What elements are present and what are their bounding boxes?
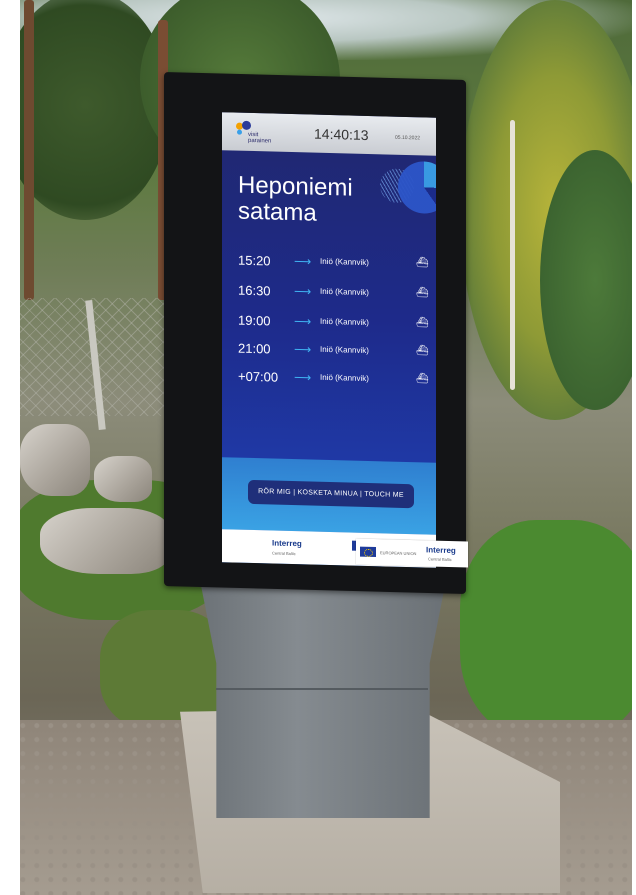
touch-me-button[interactable]: RÖR MIG | KOSKETA MINUA | TOUCH ME bbox=[248, 479, 414, 509]
arrow-right-icon: ⟶ bbox=[294, 254, 312, 269]
destination: Iniö (Kannvik) bbox=[320, 372, 369, 384]
logo-dot bbox=[237, 129, 242, 135]
ferry-icon: ⛴ bbox=[416, 287, 429, 299]
eu-label: EUROPEAN UNION bbox=[380, 550, 417, 557]
birch-trunk bbox=[510, 120, 515, 390]
eu-flag-icon bbox=[360, 546, 376, 558]
grass-patch bbox=[460, 520, 632, 740]
rock bbox=[40, 508, 170, 574]
interreg-logo: Interreg bbox=[426, 545, 456, 556]
ferry-icon: ⛴ bbox=[416, 317, 429, 329]
decorative-circle bbox=[398, 160, 436, 215]
departure-row[interactable]: 21:00 ⟶ Iniö (Kannvik) ⛴ bbox=[238, 340, 429, 366]
pedestal-seam bbox=[216, 688, 428, 690]
departure-time: 19:00 bbox=[238, 312, 271, 329]
departure-time: 16:30 bbox=[238, 282, 271, 299]
ferry-icon: ⛴ bbox=[416, 257, 429, 269]
interreg-subtitle: Central Baltic bbox=[272, 550, 296, 557]
rock bbox=[94, 456, 152, 502]
arrow-right-icon: ⟶ bbox=[294, 284, 312, 299]
stop-name: Heponiemi satama bbox=[238, 171, 353, 227]
clock: 14:40:13 bbox=[314, 125, 369, 144]
visit-parainen-logo: visit parainen bbox=[236, 120, 282, 145]
arrow-right-icon: ⟶ bbox=[294, 314, 312, 329]
destination: Iniö (Kannvik) bbox=[320, 316, 369, 328]
trunk bbox=[24, 0, 34, 300]
destination: Iniö (Kannvik) bbox=[320, 256, 369, 268]
departure-row[interactable]: 15:20 ⟶ Iniö (Kannvik) ⛴ bbox=[238, 252, 429, 278]
logo-text: visit parainen bbox=[248, 131, 272, 145]
logo-dot bbox=[242, 120, 251, 130]
date: 05.10.2022 bbox=[395, 134, 421, 142]
departure-row[interactable]: +07:00 ⟶ Iniö (Kannvik) ⛴ bbox=[238, 368, 429, 394]
departure-row[interactable]: 19:00 ⟶ Iniö (Kannvik) ⛴ bbox=[238, 312, 429, 338]
ferry-icon: ⛴ bbox=[416, 373, 429, 385]
arrow-right-icon: ⟶ bbox=[294, 342, 312, 357]
destination: Iniö (Kannvik) bbox=[320, 286, 369, 298]
departure-time: 15:20 bbox=[238, 252, 271, 269]
departure-time: +07:00 bbox=[238, 368, 279, 385]
funding-sticker: EUROPEAN UNION Interreg Central Baltic bbox=[356, 538, 468, 568]
departure-time: 21:00 bbox=[238, 340, 271, 357]
screen-header: visit parainen 14:40:13 05.10.2022 bbox=[222, 112, 436, 156]
interreg-logo: Interreg bbox=[272, 538, 302, 549]
ferry-icon: ⛴ bbox=[416, 345, 429, 357]
arrow-right-icon: ⟶ bbox=[294, 370, 312, 385]
interreg-subtitle: Central Baltic bbox=[428, 556, 452, 563]
departure-row[interactable]: 16:30 ⟶ Iniö (Kannvik) ⛴ bbox=[238, 282, 429, 308]
kiosk-screen[interactable]: visit parainen 14:40:13 05.10.2022 Hepon… bbox=[222, 112, 436, 568]
destination: Iniö (Kannvik) bbox=[320, 344, 369, 356]
rock bbox=[20, 424, 90, 496]
